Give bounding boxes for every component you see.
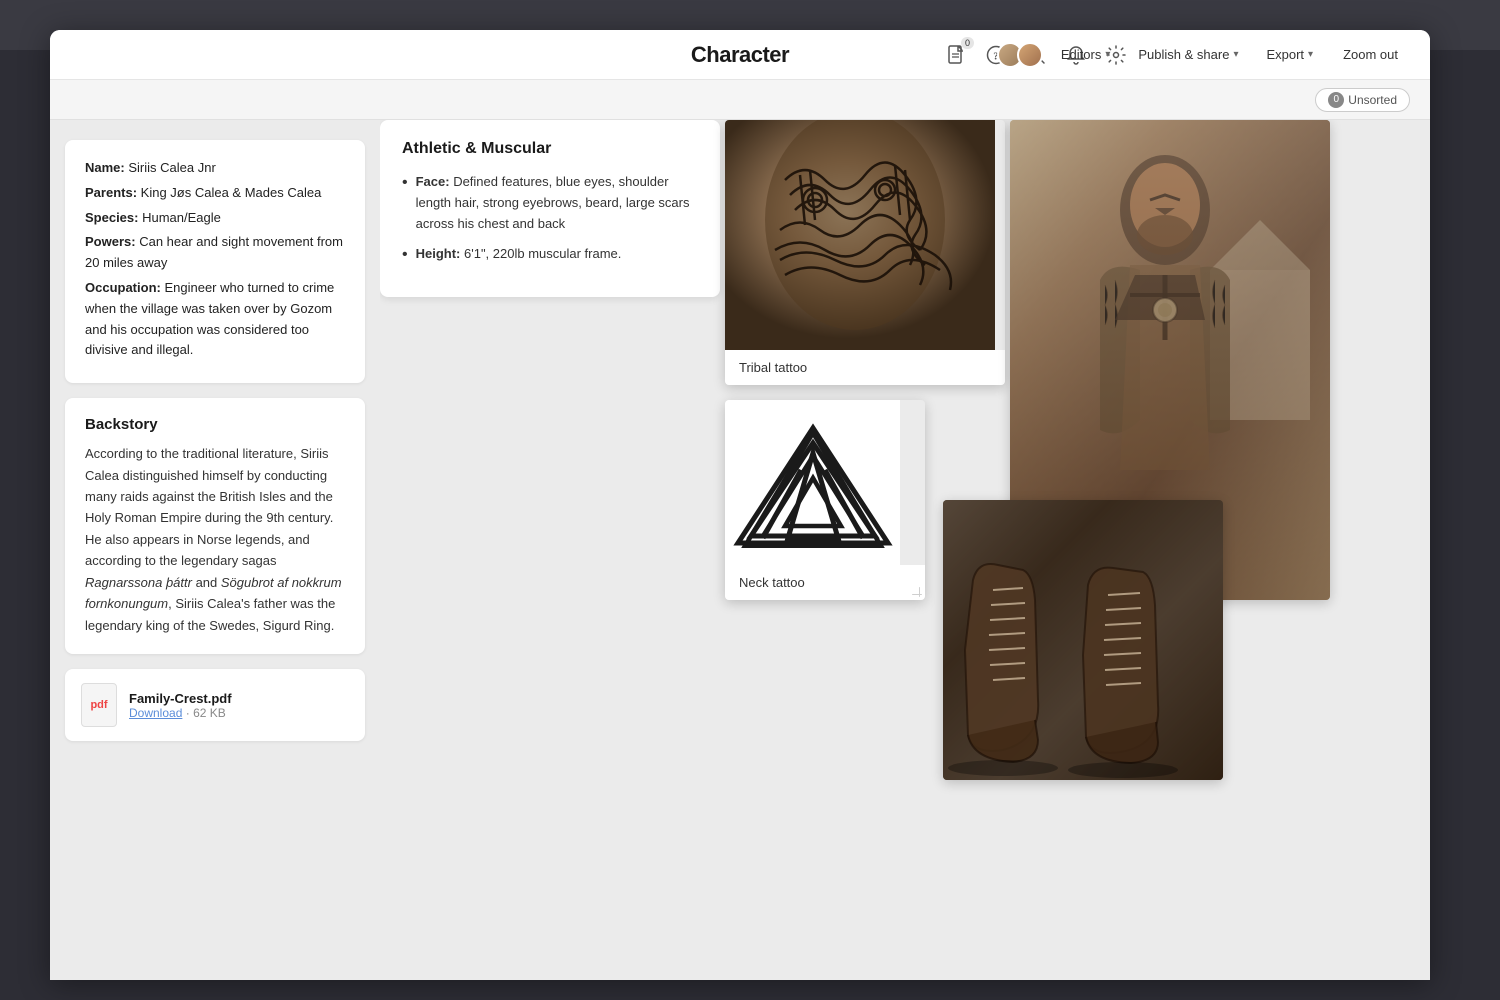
file-info: Family-Crest.pdf Download · 62 KB: [129, 691, 232, 720]
page-title: Character: [691, 42, 789, 68]
file-name: Family-Crest.pdf: [129, 691, 232, 706]
download-link[interactable]: Download: [129, 706, 182, 720]
powers-row: Powers: Can hear and sight movement from…: [85, 232, 345, 274]
species-label: Species:: [85, 210, 138, 225]
header: 0 ?: [50, 30, 1430, 80]
occupation-row: Occupation: Engineer who turned to crime…: [85, 278, 345, 361]
pdf-icon: pdf: [81, 683, 117, 727]
powers-label: Powers:: [85, 234, 136, 249]
species-value: Human/Eagle: [142, 210, 221, 225]
publish-label: Publish & share: [1138, 47, 1229, 62]
athletic-block: Athletic & Muscular Face: Defined featur…: [380, 120, 720, 297]
document-badge: 0: [961, 37, 974, 49]
avatar-2: [1017, 42, 1043, 68]
file-card: pdf Family-Crest.pdf Download · 62 KB: [65, 669, 365, 741]
zoom-out-button[interactable]: Zoom out: [1331, 42, 1410, 67]
neck-tattoo-caption: Neck tattoo: [725, 565, 925, 600]
character-info-card: Name: Siriis Calea Jnr Parents: King Jøs…: [65, 140, 365, 383]
face-text: Face: Defined features, blue eyes, shoul…: [416, 172, 698, 234]
height-text: Height: 6'1", 220lb muscular frame.: [416, 244, 622, 265]
unsorted-badge[interactable]: 0 Unsorted: [1315, 88, 1410, 112]
editors-chevron: ▾: [1105, 49, 1110, 60]
publish-chevron: ▾: [1233, 49, 1238, 60]
app-window: 0 ?: [50, 30, 1430, 980]
parents-row: Parents: King Jøs Calea & Mades Calea: [85, 183, 345, 204]
species-row: Species: Human/Eagle: [85, 208, 345, 229]
resize-handle[interactable]: [910, 585, 922, 597]
document-icon[interactable]: 0: [942, 41, 970, 69]
tribal-tattoo-caption: Tribal tattoo: [725, 350, 1005, 385]
height-bullet: Height: 6'1", 220lb muscular frame.: [402, 244, 698, 266]
file-meta: Download · 62 KB: [129, 706, 232, 720]
toolbar: 0 Unsorted: [50, 80, 1430, 120]
unsorted-label: Unsorted: [1348, 93, 1397, 107]
unsorted-count: 0: [1328, 92, 1344, 108]
name-label: Name:: [85, 160, 125, 175]
neck-tattoo-image: [725, 400, 900, 565]
file-size-separator: ·: [186, 706, 193, 720]
name-row: Name: Siriis Calea Jnr: [85, 158, 345, 179]
athletic-title: Athletic & Muscular: [402, 140, 698, 158]
export-chevron: ▾: [1308, 49, 1313, 60]
name-value: Siriis Calea Jnr: [128, 160, 215, 175]
backstory-text: According to the traditional literature,…: [85, 443, 345, 636]
parents-value: King Jøs Calea & Mades Calea: [141, 185, 322, 200]
export-label: Export: [1266, 47, 1304, 62]
tribal-tattoo-card[interactable]: Tribal tattoo: [725, 120, 1005, 385]
face-bullet: Face: Defined features, blue eyes, shoul…: [402, 172, 698, 234]
zoom-label: Zoom out: [1343, 47, 1398, 62]
tribal-tattoo-image: [725, 120, 995, 350]
backstory-title: Backstory: [85, 416, 345, 433]
neck-tattoo-card[interactable]: Neck tattoo: [725, 400, 925, 600]
publish-share-button[interactable]: Publish & share ▾: [1128, 42, 1248, 67]
editors-button[interactable]: Editors ▾: [1051, 42, 1121, 67]
boots-image: [943, 500, 1223, 780]
sidebar: Name: Siriis Calea Jnr Parents: King Jøs…: [50, 120, 380, 980]
main-content: Name: Siriis Calea Jnr Parents: King Jøs…: [50, 120, 1430, 980]
header-actions: Editors ▾ Publish & share ▾ Export ▾ Zoo…: [997, 42, 1410, 68]
file-size: 62 KB: [193, 706, 226, 720]
backstory-card: Backstory According to the traditional l…: [65, 398, 365, 654]
editor-avatars: [997, 42, 1043, 68]
editors-label: Editors: [1061, 47, 1101, 62]
parents-label: Parents:: [85, 185, 137, 200]
canvas[interactable]: Athletic & Muscular Face: Defined featur…: [380, 120, 1430, 980]
export-button[interactable]: Export ▾: [1256, 42, 1323, 67]
athletic-bullets: Face: Defined features, blue eyes, shoul…: [402, 172, 698, 267]
boots-card[interactable]: [943, 500, 1223, 780]
occupation-label: Occupation:: [85, 280, 161, 295]
